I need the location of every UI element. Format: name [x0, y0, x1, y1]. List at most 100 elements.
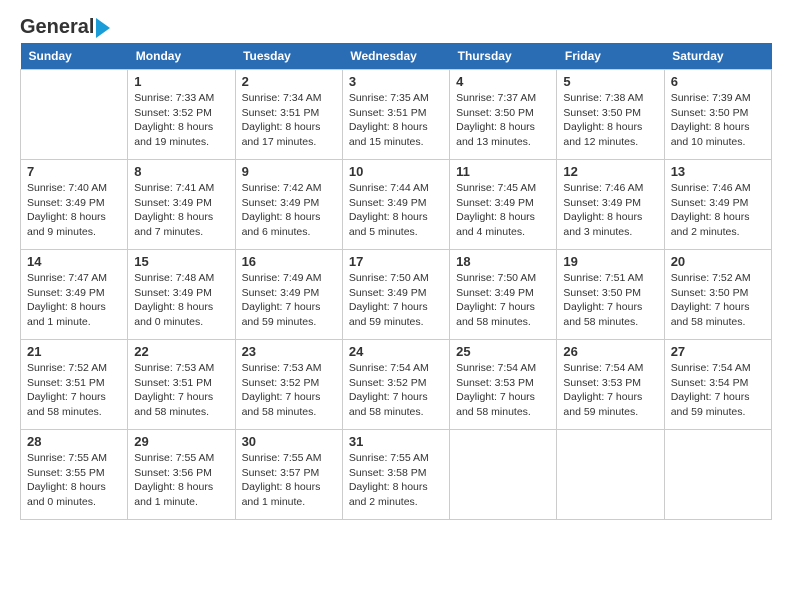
calendar-cell: 11 Sunrise: 7:45 AMSunset: 3:49 PMDaylig… [450, 160, 557, 250]
calendar-table: SundayMondayTuesdayWednesdayThursdayFrid… [20, 43, 772, 520]
cell-info: Sunrise: 7:44 AMSunset: 3:49 PMDaylight:… [349, 182, 429, 238]
calendar-cell: 21 Sunrise: 7:52 AMSunset: 3:51 PMDaylig… [21, 340, 128, 430]
day-number: 1 [134, 74, 228, 89]
calendar-cell: 14 Sunrise: 7:47 AMSunset: 3:49 PMDaylig… [21, 250, 128, 340]
calendar-cell: 22 Sunrise: 7:53 AMSunset: 3:51 PMDaylig… [128, 340, 235, 430]
calendar-cell: 25 Sunrise: 7:54 AMSunset: 3:53 PMDaylig… [450, 340, 557, 430]
calendar-cell [21, 70, 128, 160]
calendar-cell: 12 Sunrise: 7:46 AMSunset: 3:49 PMDaylig… [557, 160, 664, 250]
calendar-cell: 23 Sunrise: 7:53 AMSunset: 3:52 PMDaylig… [235, 340, 342, 430]
calendar-cell: 7 Sunrise: 7:40 AMSunset: 3:49 PMDayligh… [21, 160, 128, 250]
day-number: 21 [27, 344, 121, 359]
day-number: 5 [563, 74, 657, 89]
logo: General [20, 16, 110, 35]
cell-info: Sunrise: 7:55 AMSunset: 3:55 PMDaylight:… [27, 452, 107, 508]
day-number: 4 [456, 74, 550, 89]
cell-info: Sunrise: 7:33 AMSunset: 3:52 PMDaylight:… [134, 92, 214, 148]
page-header: General [20, 10, 772, 35]
cell-info: Sunrise: 7:55 AMSunset: 3:56 PMDaylight:… [134, 452, 214, 508]
cell-info: Sunrise: 7:55 AMSunset: 3:57 PMDaylight:… [242, 452, 322, 508]
calendar-cell: 29 Sunrise: 7:55 AMSunset: 3:56 PMDaylig… [128, 430, 235, 520]
cell-info: Sunrise: 7:35 AMSunset: 3:51 PMDaylight:… [349, 92, 429, 148]
cell-info: Sunrise: 7:50 AMSunset: 3:49 PMDaylight:… [349, 272, 429, 328]
cell-info: Sunrise: 7:38 AMSunset: 3:50 PMDaylight:… [563, 92, 643, 148]
day-header-friday: Friday [557, 43, 664, 70]
calendar-cell: 26 Sunrise: 7:54 AMSunset: 3:53 PMDaylig… [557, 340, 664, 430]
day-number: 10 [349, 164, 443, 179]
cell-info: Sunrise: 7:52 AMSunset: 3:51 PMDaylight:… [27, 362, 107, 418]
calendar-cell [450, 430, 557, 520]
day-number: 27 [671, 344, 765, 359]
calendar-cell: 13 Sunrise: 7:46 AMSunset: 3:49 PMDaylig… [664, 160, 771, 250]
calendar-body: 1 Sunrise: 7:33 AMSunset: 3:52 PMDayligh… [21, 70, 772, 520]
cell-info: Sunrise: 7:34 AMSunset: 3:51 PMDaylight:… [242, 92, 322, 148]
logo-arrow-icon [96, 18, 110, 38]
cell-info: Sunrise: 7:48 AMSunset: 3:49 PMDaylight:… [134, 272, 214, 328]
calendar-cell: 27 Sunrise: 7:54 AMSunset: 3:54 PMDaylig… [664, 340, 771, 430]
calendar-cell: 4 Sunrise: 7:37 AMSunset: 3:50 PMDayligh… [450, 70, 557, 160]
cell-info: Sunrise: 7:50 AMSunset: 3:49 PMDaylight:… [456, 272, 536, 328]
cell-info: Sunrise: 7:53 AMSunset: 3:52 PMDaylight:… [242, 362, 322, 418]
calendar-week-row: 1 Sunrise: 7:33 AMSunset: 3:52 PMDayligh… [21, 70, 772, 160]
day-number: 20 [671, 254, 765, 269]
day-number: 25 [456, 344, 550, 359]
cell-info: Sunrise: 7:46 AMSunset: 3:49 PMDaylight:… [563, 182, 643, 238]
day-header-saturday: Saturday [664, 43, 771, 70]
day-number: 14 [27, 254, 121, 269]
calendar-cell: 18 Sunrise: 7:50 AMSunset: 3:49 PMDaylig… [450, 250, 557, 340]
calendar-cell: 8 Sunrise: 7:41 AMSunset: 3:49 PMDayligh… [128, 160, 235, 250]
cell-info: Sunrise: 7:39 AMSunset: 3:50 PMDaylight:… [671, 92, 751, 148]
calendar-cell: 15 Sunrise: 7:48 AMSunset: 3:49 PMDaylig… [128, 250, 235, 340]
day-number: 31 [349, 434, 443, 449]
day-number: 9 [242, 164, 336, 179]
cell-info: Sunrise: 7:49 AMSunset: 3:49 PMDaylight:… [242, 272, 322, 328]
calendar-week-row: 7 Sunrise: 7:40 AMSunset: 3:49 PMDayligh… [21, 160, 772, 250]
day-number: 2 [242, 74, 336, 89]
day-number: 13 [671, 164, 765, 179]
cell-info: Sunrise: 7:37 AMSunset: 3:50 PMDaylight:… [456, 92, 536, 148]
cell-info: Sunrise: 7:55 AMSunset: 3:58 PMDaylight:… [349, 452, 429, 508]
day-header-thursday: Thursday [450, 43, 557, 70]
cell-info: Sunrise: 7:41 AMSunset: 3:49 PMDaylight:… [134, 182, 214, 238]
cell-info: Sunrise: 7:53 AMSunset: 3:51 PMDaylight:… [134, 362, 214, 418]
calendar-week-row: 28 Sunrise: 7:55 AMSunset: 3:55 PMDaylig… [21, 430, 772, 520]
day-number: 11 [456, 164, 550, 179]
cell-info: Sunrise: 7:54 AMSunset: 3:52 PMDaylight:… [349, 362, 429, 418]
calendar-cell: 1 Sunrise: 7:33 AMSunset: 3:52 PMDayligh… [128, 70, 235, 160]
cell-info: Sunrise: 7:54 AMSunset: 3:53 PMDaylight:… [456, 362, 536, 418]
calendar-cell: 20 Sunrise: 7:52 AMSunset: 3:50 PMDaylig… [664, 250, 771, 340]
cell-info: Sunrise: 7:46 AMSunset: 3:49 PMDaylight:… [671, 182, 751, 238]
day-number: 8 [134, 164, 228, 179]
calendar-cell: 31 Sunrise: 7:55 AMSunset: 3:58 PMDaylig… [342, 430, 449, 520]
calendar-cell: 9 Sunrise: 7:42 AMSunset: 3:49 PMDayligh… [235, 160, 342, 250]
calendar-cell: 3 Sunrise: 7:35 AMSunset: 3:51 PMDayligh… [342, 70, 449, 160]
calendar-cell: 19 Sunrise: 7:51 AMSunset: 3:50 PMDaylig… [557, 250, 664, 340]
day-number: 16 [242, 254, 336, 269]
cell-info: Sunrise: 7:54 AMSunset: 3:53 PMDaylight:… [563, 362, 643, 418]
day-number: 18 [456, 254, 550, 269]
day-number: 28 [27, 434, 121, 449]
calendar-week-row: 14 Sunrise: 7:47 AMSunset: 3:49 PMDaylig… [21, 250, 772, 340]
calendar-cell: 24 Sunrise: 7:54 AMSunset: 3:52 PMDaylig… [342, 340, 449, 430]
day-number: 15 [134, 254, 228, 269]
calendar-cell [664, 430, 771, 520]
day-header-wednesday: Wednesday [342, 43, 449, 70]
calendar-cell: 2 Sunrise: 7:34 AMSunset: 3:51 PMDayligh… [235, 70, 342, 160]
cell-info: Sunrise: 7:47 AMSunset: 3:49 PMDaylight:… [27, 272, 107, 328]
cell-info: Sunrise: 7:45 AMSunset: 3:49 PMDaylight:… [456, 182, 536, 238]
day-number: 7 [27, 164, 121, 179]
day-number: 26 [563, 344, 657, 359]
day-header-monday: Monday [128, 43, 235, 70]
calendar-cell: 6 Sunrise: 7:39 AMSunset: 3:50 PMDayligh… [664, 70, 771, 160]
cell-info: Sunrise: 7:42 AMSunset: 3:49 PMDaylight:… [242, 182, 322, 238]
cell-info: Sunrise: 7:51 AMSunset: 3:50 PMDaylight:… [563, 272, 643, 328]
calendar-cell: 17 Sunrise: 7:50 AMSunset: 3:49 PMDaylig… [342, 250, 449, 340]
day-number: 24 [349, 344, 443, 359]
day-number: 6 [671, 74, 765, 89]
day-header-tuesday: Tuesday [235, 43, 342, 70]
day-number: 22 [134, 344, 228, 359]
cell-info: Sunrise: 7:40 AMSunset: 3:49 PMDaylight:… [27, 182, 107, 238]
day-number: 23 [242, 344, 336, 359]
day-number: 12 [563, 164, 657, 179]
cell-info: Sunrise: 7:52 AMSunset: 3:50 PMDaylight:… [671, 272, 751, 328]
